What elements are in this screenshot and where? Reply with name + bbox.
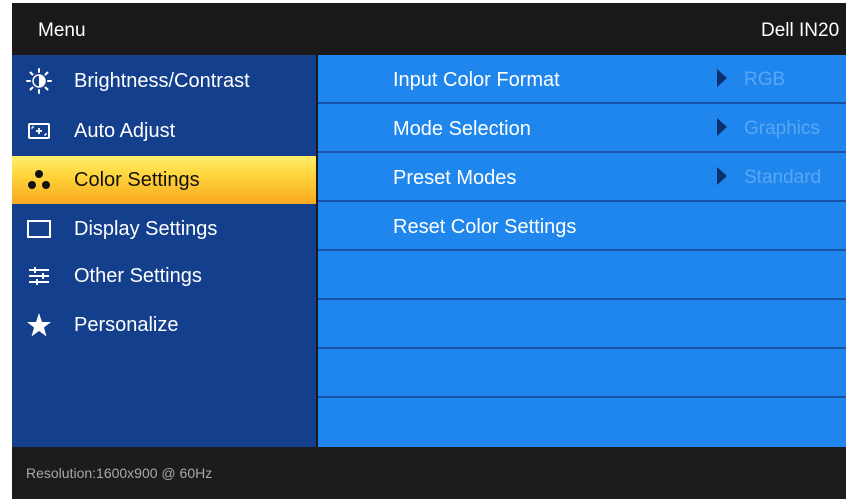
preset-modes-row[interactable]: Preset Modes Standard — [318, 153, 846, 202]
sidebar-item-label: Color Settings — [74, 169, 200, 191]
row-label: Preset Modes — [393, 167, 517, 189]
reset-color-settings-row[interactable]: Reset Color Settings — [318, 202, 846, 251]
row-label: Input Color Format — [393, 69, 560, 91]
row-label: Reset Color Settings — [393, 216, 577, 238]
row-value: RGB — [744, 69, 786, 90]
mode-selection-row[interactable]: Mode Selection Graphics — [318, 104, 846, 153]
sidebar-item-label: Other Settings — [74, 265, 202, 287]
model-name: Dell IN20 — [761, 20, 840, 41]
color-settings-icon — [28, 170, 50, 189]
empty-row — [318, 251, 846, 300]
arrow-right-icon — [717, 118, 727, 136]
sidebar-item-label: Brightness/Contrast — [74, 70, 250, 92]
arrow-right-icon — [717, 69, 727, 87]
row-value: Standard — [744, 167, 822, 188]
sidebar-item-auto-adjust[interactable]: Auto Adjust — [12, 107, 316, 155]
star-icon — [27, 313, 51, 337]
input-color-format-row[interactable]: Input Color Format RGB — [318, 55, 846, 104]
arrow-right-icon — [717, 167, 727, 185]
row-label: Mode Selection — [393, 118, 531, 140]
sidebar-item-display-settings[interactable]: Display Settings — [12, 205, 316, 253]
status-bar: Resolution:1600x900 @ 60Hz — [12, 447, 846, 499]
resolution-text: Resolution:1600x900 @ 60Hz — [26, 465, 213, 481]
monitor-osd-menu: Menu Dell IN20 Brightness/Contrast Auto … — [12, 3, 846, 499]
sidebar-item-label: Display Settings — [74, 218, 218, 240]
empty-row — [318, 349, 846, 398]
color-settings-panel: Input Color Format RGB Mode Selection Gr… — [318, 55, 846, 447]
sidebar: Brightness/Contrast Auto Adjust Color Se… — [12, 55, 316, 447]
sidebar-item-label: Auto Adjust — [74, 120, 176, 142]
empty-row — [318, 300, 846, 349]
display-settings-icon — [27, 220, 51, 238]
sidebar-item-other-settings[interactable]: Other Settings — [12, 252, 316, 300]
sidebar-item-color-settings[interactable]: Color Settings — [12, 156, 316, 204]
brightness-icon — [26, 68, 52, 94]
menu-title: Menu — [38, 20, 86, 41]
other-settings-icon — [29, 267, 49, 285]
sidebar-item-personalize[interactable]: Personalize — [12, 301, 316, 349]
row-value: Graphics — [744, 118, 821, 139]
auto-adjust-icon — [28, 123, 50, 139]
title-bar: Menu Dell IN20 — [12, 3, 846, 55]
sidebar-item-label: Personalize — [74, 314, 179, 336]
sidebar-item-brightness-contrast[interactable]: Brightness/Contrast — [12, 57, 316, 105]
